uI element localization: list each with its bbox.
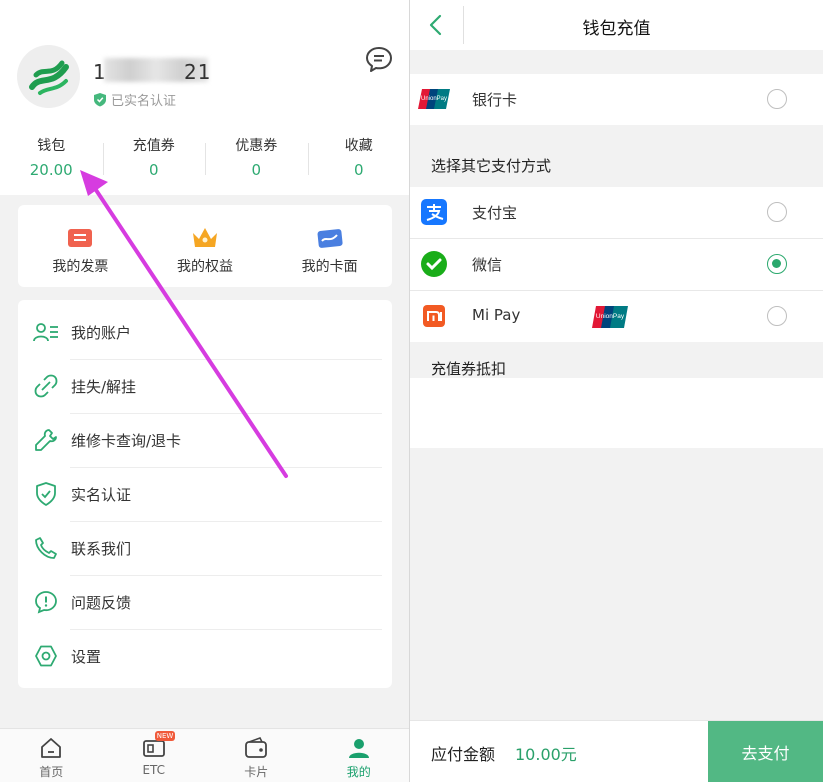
pay-option-bank-card[interactable]: UnionPay 银行卡: [410, 74, 823, 125]
tab-label: 首页: [39, 765, 64, 779]
tab-mine[interactable]: 我的: [308, 729, 411, 782]
new-badge: NEW: [154, 731, 176, 741]
unlink-icon: [32, 372, 60, 400]
verified-shield-icon: [94, 93, 106, 107]
menu-label: 我的账户: [71, 323, 132, 342]
settings-icon: [32, 642, 60, 670]
card-face-icon: [317, 229, 343, 248]
verified-label: 已实名认证: [111, 94, 177, 109]
quick-benefits[interactable]: 我的权益: [143, 205, 268, 287]
pay-option-radio[interactable]: [767, 89, 787, 109]
etc-icon: NEW: [142, 731, 176, 760]
pay-option-mi-pay[interactable]: Mi Pay UnionPay: [410, 291, 823, 342]
profile-header: 1 21 已实名认证 钱包 20.00 充值券 0 优惠券 0 收藏 0: [0, 0, 410, 195]
menu-label: 实名认证: [71, 485, 132, 504]
phone-icon: [32, 534, 60, 562]
verified-badge: 已实名认证: [93, 90, 176, 109]
account-stats: 钱包 20.00 充值券 0 优惠券 0 收藏 0: [0, 135, 410, 185]
home-icon: [41, 738, 62, 758]
feedback-icon: [32, 588, 60, 616]
checkout-bar: 应付金额 10.00元 去支付: [410, 720, 823, 782]
unionpay-icon: UnionPay: [592, 305, 628, 328]
svg-text:UnionPay: UnionPay: [421, 96, 447, 102]
user-icon: [348, 739, 369, 758]
message-icon[interactable]: [364, 45, 394, 75]
wallet-icon: [245, 737, 268, 758]
brand-logo-icon: [28, 60, 69, 95]
crown-icon: [193, 228, 217, 247]
profile-screen: 1 21 已实名认证 钱包 20.00 充值券 0 优惠券 0 收藏 0 我的发…: [0, 0, 410, 782]
stat-value: 20.00: [29, 161, 73, 179]
settings-menu: 我的账户 挂失/解挂 维修卡查询/退卡 实名认证 联系我们 问题反馈 设置: [18, 300, 392, 688]
pay-option-radio-selected[interactable]: [767, 254, 787, 274]
tab-label: 卡片: [244, 765, 269, 779]
invoice-icon: [68, 229, 93, 247]
recharge-screen: 钱包充值 UnionPay 银行卡 选择其它支付方式 支付宝 微信 Mi Pay…: [410, 0, 823, 782]
quick-actions: 我的发票 我的权益 我的卡面: [18, 205, 392, 287]
recharge-header: 钱包充值: [410, 0, 823, 50]
stat-label: 充值券: [132, 138, 175, 154]
menu-label: 联系我们: [71, 539, 132, 558]
menu-contact[interactable]: 联系我们: [18, 521, 392, 575]
quick-label: 我的卡面: [301, 259, 358, 275]
tab-home[interactable]: 首页: [0, 729, 103, 782]
pay-option-label: 银行卡: [472, 91, 518, 109]
wechat-icon: [418, 251, 450, 277]
quick-label: 我的发票: [52, 259, 109, 275]
wrench-icon: [32, 426, 60, 454]
menu-real-name[interactable]: 实名认证: [18, 467, 392, 521]
stat-value: 0: [148, 161, 159, 179]
stat-label: 钱包: [37, 138, 66, 154]
menu-feedback[interactable]: 问题反馈: [18, 575, 392, 629]
pay-option-label: 微信: [472, 256, 503, 274]
stat-recharge-coupon[interactable]: 充值券 0: [102, 135, 206, 185]
menu-report-loss[interactable]: 挂失/解挂: [18, 359, 392, 413]
stat-wallet[interactable]: 钱包 20.00: [0, 135, 103, 185]
phone-number-end: 21: [184, 60, 212, 84]
stat-discount-coupon[interactable]: 优惠券 0: [205, 135, 308, 185]
pay-option-label: Mi Pay: [472, 306, 521, 324]
menu-settings[interactable]: 设置: [18, 629, 392, 683]
pay-option-label: 支付宝: [472, 204, 518, 222]
quick-invoice[interactable]: 我的发票: [18, 205, 143, 287]
tab-label: 我的: [346, 765, 371, 779]
unionpay-icon: UnionPay: [418, 86, 450, 112]
coupon-title: 充值券抵扣: [431, 360, 507, 378]
quick-card-face[interactable]: 我的卡面: [267, 205, 392, 287]
stat-label: 收藏: [344, 138, 373, 154]
pay-option-radio[interactable]: [767, 306, 787, 326]
shield-check-icon: [32, 480, 60, 508]
amount-value: 10.00元: [515, 745, 577, 764]
menu-repair-card[interactable]: 维修卡查询/退卡: [18, 413, 392, 467]
page-title: 钱包充值: [582, 19, 651, 39]
pay-option-radio[interactable]: [767, 202, 787, 222]
stat-value: 0: [353, 161, 364, 179]
quick-label: 我的权益: [177, 259, 233, 275]
stat-favorites[interactable]: 收藏 0: [307, 135, 411, 185]
pay-option-wechat[interactable]: 微信: [410, 239, 823, 290]
stat-label: 优惠券: [235, 138, 278, 154]
bottom-tab-bar: 首页 NEW ETC 卡片 我的: [0, 728, 410, 782]
tab-etc[interactable]: NEW ETC: [103, 729, 206, 782]
mi-icon: [418, 303, 450, 329]
avatar[interactable]: [17, 45, 80, 108]
pay-option-alipay[interactable]: 支付宝: [410, 187, 823, 238]
menu-label: 设置: [71, 647, 102, 666]
menu-label: 维修卡查询/退卡: [71, 431, 182, 450]
alipay-icon: [418, 199, 450, 225]
menu-my-account[interactable]: 我的账户: [18, 305, 392, 359]
menu-label: 挂失/解挂: [71, 377, 137, 396]
pay-button[interactable]: 去支付: [708, 721, 823, 782]
amount-label: 应付金额: [431, 745, 496, 764]
tab-label: ETC: [142, 763, 166, 777]
svg-text:UnionPay: UnionPay: [596, 313, 625, 320]
tab-cards[interactable]: 卡片: [205, 729, 308, 782]
other-methods-title: 选择其它支付方式: [431, 157, 552, 175]
menu-label: 问题反馈: [71, 593, 132, 612]
coupon-area[interactable]: [410, 378, 823, 448]
stat-value: 0: [251, 161, 262, 179]
account-icon: [32, 318, 60, 346]
